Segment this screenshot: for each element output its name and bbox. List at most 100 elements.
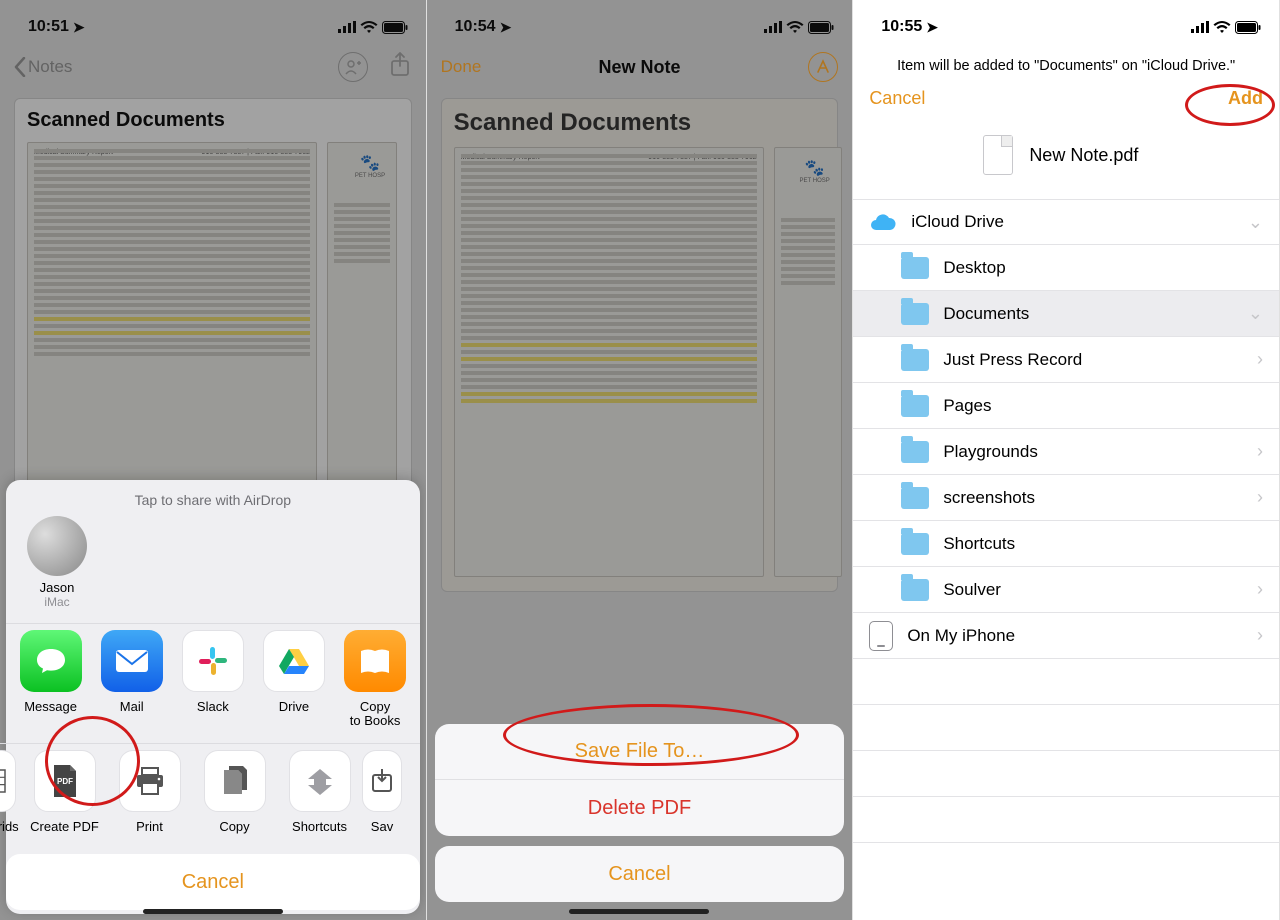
folder-icon [901,349,929,371]
share-action-copy[interactable]: Copy [192,750,277,834]
markup-icon[interactable] [808,52,838,82]
note-title: Scanned Documents [27,109,399,132]
file-thumb-icon [983,135,1013,175]
share-icon[interactable] [388,51,412,84]
folder-shortcuts[interactable]: Shortcuts [853,521,1279,567]
status-bar: 10:54 ➤ [427,0,853,44]
folder-icon [901,579,929,601]
note-content: Scanned Documents Medical Summary Report… [14,98,412,537]
share-action-create-pdf[interactable]: PDF Create PDF [22,750,107,834]
chevron-right-icon: › [1257,487,1263,508]
folder-pages[interactable]: Pages [853,383,1279,429]
scanned-page-1[interactable]: Medical Summary Report916-383-7387 | Fax… [454,147,764,577]
back-label: Notes [28,57,72,77]
folder-screenshots[interactable]: screenshots › [853,475,1279,521]
message-icon [20,630,82,692]
add-person-icon[interactable] [338,52,368,82]
home-indicator[interactable] [569,909,709,914]
status-time: 10:51 [28,18,69,36]
screenshot-share-sheet: 10:51 ➤ Notes Scanned Documents Medical … [0,0,427,920]
note-content: Scanned Documents Medical Summary Report… [441,98,839,592]
location-arrow-icon: ➤ [73,19,85,36]
chevron-down-icon: ⌄ [1248,303,1263,324]
add-button[interactable]: Add [1228,88,1263,109]
status-time: 10:54 [455,18,496,36]
scanned-page-1[interactable]: Medical Summary Report916-383-7387 | Fax… [27,142,317,522]
share-action-print[interactable]: Print [107,750,192,834]
nav-bar: Cancel Add [853,82,1279,119]
status-bar: 10:55 ➤ [853,0,1279,44]
icloud-icon [869,212,897,232]
share-app-drive[interactable]: Drive [253,630,334,729]
share-apps-row[interactable]: Message Mail Slack [6,623,420,743]
folder-icon [901,533,929,555]
share-app-mail[interactable]: Mail [91,630,172,729]
destination-info: Item will be added to "Documents" on "iC… [853,44,1279,82]
share-app-slack[interactable]: Slack [172,630,253,729]
location-on-my-iphone[interactable]: On My iPhone › [853,613,1279,659]
share-app-books[interactable]: Copy to Books [335,630,416,729]
list-spacer [853,705,1279,751]
books-icon [344,630,406,692]
cancel-button[interactable]: Cancel [6,854,420,910]
done-button[interactable]: Done [441,57,482,77]
avatar [27,516,87,576]
pdf-icon: PDF [34,750,96,812]
note-title: Scanned Documents [454,109,826,137]
chevron-right-icon: › [1257,625,1263,646]
print-icon [119,750,181,812]
status-bar: 10:51 ➤ [0,0,426,44]
chevron-right-icon: › [1257,349,1263,370]
grid-icon [0,750,16,812]
folder-icon [901,441,929,463]
scanned-page-2[interactable]: 🐾PET HOSP [774,147,842,577]
status-time: 10:55 [881,18,922,36]
copy-icon [204,750,266,812]
nav-bar: Notes [0,44,426,90]
location-arrow-icon: ➤ [926,19,938,36]
cancel-button[interactable]: Cancel [435,846,845,902]
screenshot-file-picker: 10:55 ➤ Item will be added to "Documents… [853,0,1280,920]
list-spacer [853,797,1279,843]
share-action-grids[interactable]: & Grids [0,750,22,834]
slack-icon [182,630,244,692]
share-app-message[interactable]: Message [10,630,91,729]
scanned-page-2[interactable]: 🐾PET HOSP [327,142,397,522]
nav-bar: Done New Note [427,44,853,90]
location-list: iCloud Drive ⌄ Desktop Documents ⌄ Just … [853,199,1279,843]
screenshot-action-sheet: 10:54 ➤ Done New Note Scanned Documents … [427,0,854,920]
folder-documents[interactable]: Documents ⌄ [853,291,1279,337]
cancel-button[interactable]: Cancel [869,88,925,109]
share-action-save[interactable]: Sav [362,750,402,834]
location-icloud-drive[interactable]: iCloud Drive ⌄ [853,199,1279,245]
share-actions-row[interactable]: & Grids PDF Create PDF Print Copy [0,743,420,848]
status-icons [338,21,408,34]
share-sheet: Tap to share with AirDrop Jason iMac Mes… [6,480,420,914]
airdrop-name: Jason [20,580,94,595]
chevron-right-icon: › [1257,579,1263,600]
drive-icon [263,630,325,692]
file-preview: New Note.pdf [853,119,1279,199]
chevron-down-icon: ⌄ [1248,212,1263,233]
folder-soulver[interactable]: Soulver › [853,567,1279,613]
share-action-shortcuts[interactable]: Shortcuts [277,750,362,834]
folder-icon [901,303,929,325]
action-sheet: Save File To… Delete PDF Cancel [435,724,845,912]
delete-pdf-button[interactable]: Delete PDF [435,780,845,836]
file-name: New Note.pdf [1029,145,1138,166]
status-icons [1191,21,1261,34]
save-icon [362,750,402,812]
svg-text:PDF: PDF [57,777,73,786]
folder-desktop[interactable]: Desktop [853,245,1279,291]
home-indicator[interactable] [143,909,283,914]
shortcuts-icon [289,750,351,812]
folder-playgrounds[interactable]: Playgrounds › [853,429,1279,475]
back-button[interactable]: Notes [14,57,72,77]
airdrop-hint: Tap to share with AirDrop [6,492,420,508]
save-file-to-button[interactable]: Save File To… [435,724,845,780]
list-spacer [853,751,1279,797]
airdrop-contact[interactable]: Jason iMac [20,516,94,609]
folder-icon [901,257,929,279]
iphone-icon [869,621,893,651]
folder-just-press-record[interactable]: Just Press Record › [853,337,1279,383]
